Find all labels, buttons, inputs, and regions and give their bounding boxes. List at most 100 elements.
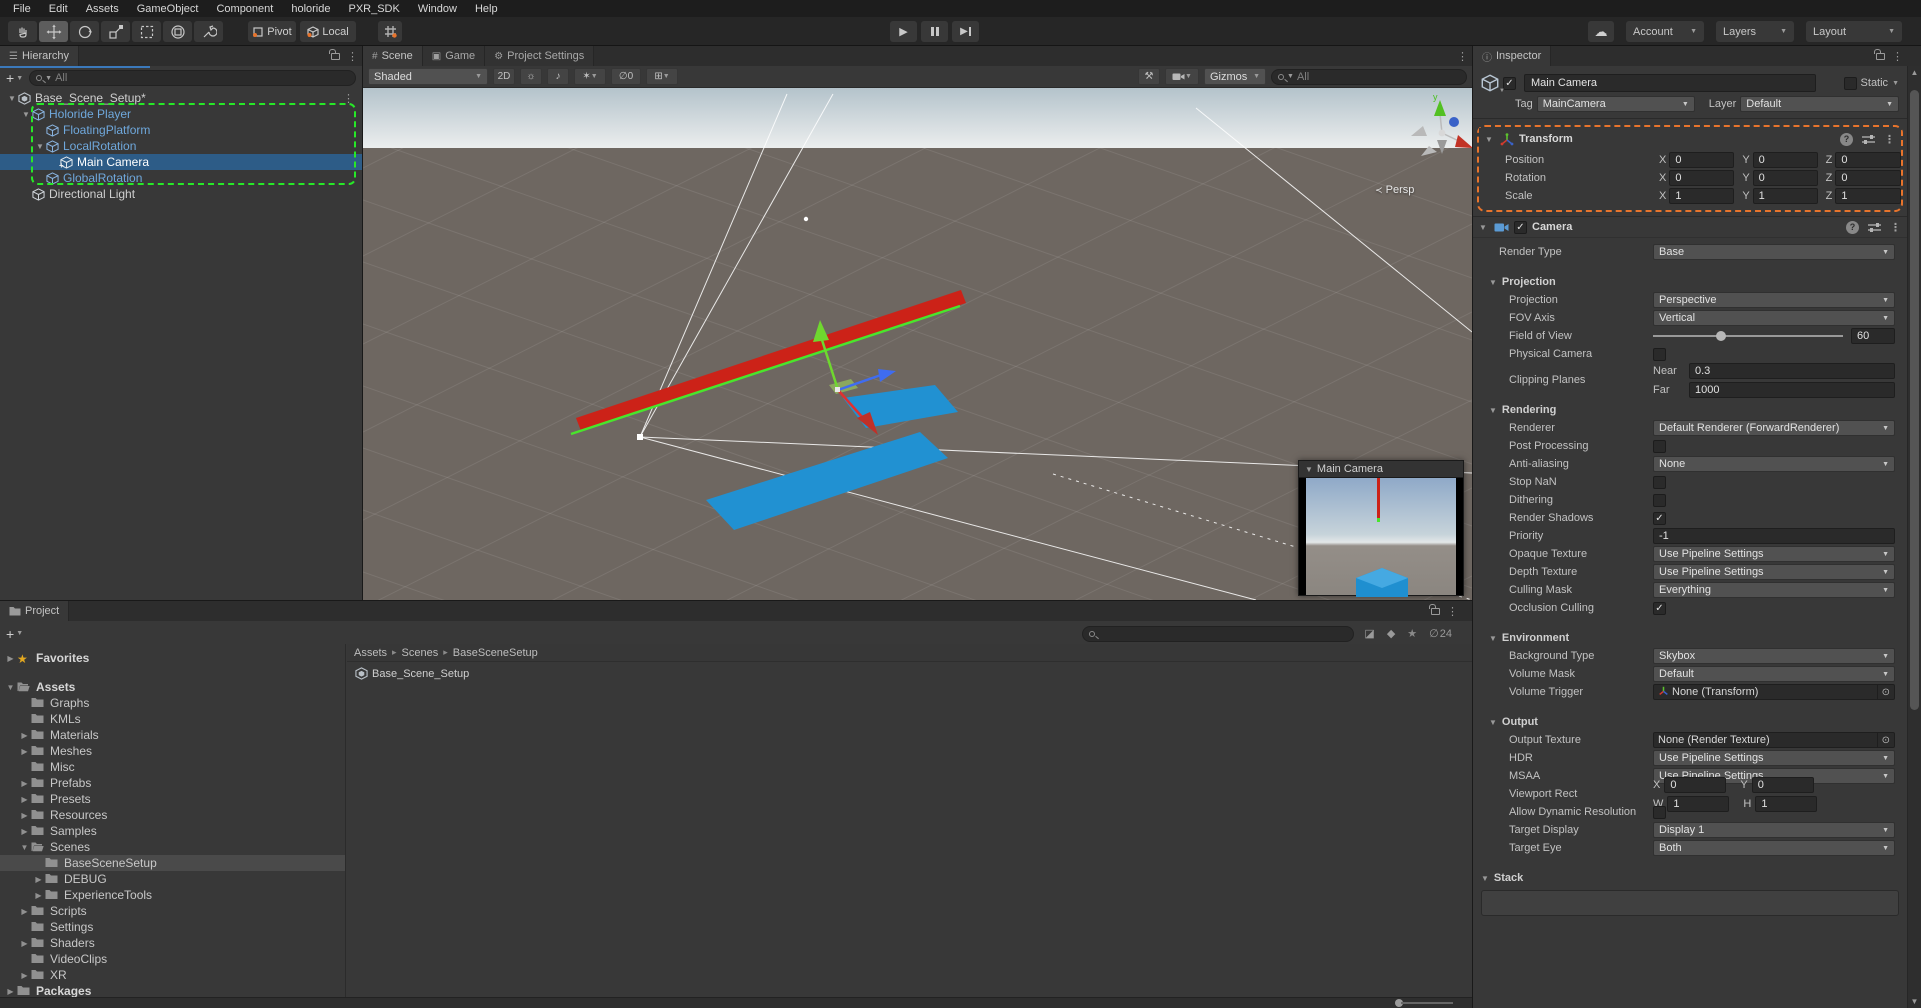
menu-holoride[interactable]: holoride	[282, 2, 339, 16]
tag-dropdown[interactable]: MainCamera▼	[1537, 96, 1695, 112]
static-dropdown-icon[interactable]: ▼	[1892, 80, 1899, 87]
lock-icon[interactable]	[1876, 53, 1885, 60]
volume-trigger-object-field[interactable]: None (Transform)⊙	[1653, 684, 1895, 700]
project-folder-settings[interactable]: Settings	[0, 919, 345, 935]
hierarchy-search-input[interactable]: ▼ All	[29, 70, 356, 86]
grid-snapping-button[interactable]	[378, 21, 402, 42]
transform-header[interactable]: ▼ Transform ? ⋮	[1479, 128, 1901, 150]
transform-tool-button[interactable]	[163, 21, 192, 42]
orientation-z-cone[interactable]	[1449, 117, 1459, 127]
expand-arrow-icon[interactable]: ▼	[18, 843, 31, 852]
menu-window[interactable]: Window	[409, 2, 466, 16]
section-environment[interactable]: ▼Environment	[1473, 630, 1907, 646]
breadcrumb-basescenesetup[interactable]: BaseSceneSetup	[453, 647, 538, 659]
scene-search-input[interactable]: ▼ All	[1271, 69, 1467, 85]
fold-icon[interactable]: ▼	[1479, 223, 1489, 232]
scene-viewport[interactable]: y x ≺ Persp ▼ Main Camera	[363, 88, 1472, 600]
project-folder-presets[interactable]: ▶Presets	[0, 791, 345, 807]
position-y-field[interactable]: 0	[1753, 152, 1818, 168]
pause-button[interactable]	[921, 21, 948, 42]
menu-gameobject[interactable]: GameObject	[128, 2, 208, 16]
project-folder-assets[interactable]: ▼Assets	[0, 679, 345, 695]
culling-mask-dropdown[interactable]: Everything▼	[1653, 582, 1895, 598]
help-icon[interactable]: ?	[1840, 133, 1853, 146]
clipping-planes-far-field[interactable]: 1000	[1689, 382, 1895, 398]
item-menu-icon[interactable]: ⋮	[343, 92, 354, 105]
tab-game[interactable]: ▣Game	[423, 46, 485, 66]
rect-tool-button[interactable]	[132, 21, 161, 42]
lighting-toggle[interactable]: ☼	[520, 68, 542, 85]
scale-z-field[interactable]: 1	[1835, 188, 1901, 204]
expand-arrow-icon[interactable]: ▶	[18, 907, 31, 916]
target-display-dropdown[interactable]: Display 1▼	[1653, 822, 1895, 838]
fold-icon[interactable]: ▼	[1305, 465, 1313, 474]
grid-visibility-dropdown[interactable]: ⊞▼	[646, 68, 678, 85]
hierarchy-item-base-scene-setup[interactable]: ▼Base_Scene_Setup*⋮	[0, 90, 362, 106]
expand-arrow-icon[interactable]: ▼	[6, 94, 18, 103]
expand-arrow-icon[interactable]: ▶	[18, 779, 31, 788]
tab-project[interactable]: Project	[0, 601, 69, 621]
expand-arrow-icon[interactable]: ▶	[18, 971, 31, 980]
pivot-toggle[interactable]: Pivot	[248, 21, 296, 42]
cloud-services-button[interactable]: ☁	[1588, 21, 1614, 42]
expand-arrow-icon[interactable]: ▶	[32, 875, 45, 884]
menu-help[interactable]: Help	[466, 2, 507, 16]
audio-toggle[interactable]: ♪	[547, 68, 569, 85]
step-button[interactable]: ▶	[952, 21, 979, 42]
move-tool-button[interactable]	[39, 21, 68, 42]
project-folder-scenes[interactable]: ▼Scenes	[0, 839, 345, 855]
object-picker-icon[interactable]: ⊙	[1877, 733, 1890, 747]
hierarchy-item-holoride-player[interactable]: ▼Holoride Player	[0, 106, 362, 122]
scale-x-field[interactable]: 1	[1669, 188, 1734, 204]
tab-project-settings[interactable]: ⚙Project Settings	[485, 46, 594, 66]
expand-arrow-icon[interactable]: ▶	[4, 654, 17, 663]
project-folder-prefabs[interactable]: ▶Prefabs	[0, 775, 345, 791]
section-output[interactable]: ▼Output	[1473, 714, 1907, 730]
project-folder-resources[interactable]: ▶Resources	[0, 807, 345, 823]
output-texture-object-field[interactable]: None (Render Texture)⊙	[1653, 732, 1895, 748]
expand-arrow-icon[interactable]: ▶	[4, 987, 17, 996]
viewport-rect-x-field[interactable]: 0	[1664, 777, 1726, 793]
stop-nan-checkbox[interactable]	[1653, 476, 1666, 489]
hierarchy-item-localrotation[interactable]: ▼LocalRotation	[0, 138, 362, 154]
scrollbar-thumb[interactable]	[1910, 90, 1919, 710]
create-object-button[interactable]: +▼	[6, 70, 23, 86]
tab-hierarchy[interactable]: ☰ Hierarchy	[0, 46, 79, 66]
hdr-dropdown[interactable]: Use Pipeline Settings▼	[1653, 750, 1895, 766]
anti-aliasing-dropdown[interactable]: None▼	[1653, 456, 1895, 472]
depth-texture-dropdown[interactable]: Use Pipeline Settings▼	[1653, 564, 1895, 580]
project-folder-scripts[interactable]: ▶Scripts	[0, 903, 345, 919]
project-folder-samples[interactable]: ▶Samples	[0, 823, 345, 839]
effects-dropdown[interactable]: ✶▼	[574, 68, 606, 85]
hierarchy-item-floatingplatform[interactable]: FloatingPlatform	[0, 122, 362, 138]
camera-header[interactable]: ▼ ✓ Camera ? ⋮	[1473, 216, 1907, 238]
occlusion-culling-checkbox[interactable]: ✓	[1653, 602, 1666, 615]
clipping-planes-near-field[interactable]: 0.3	[1689, 363, 1895, 379]
rotation-x-field[interactable]: 0	[1669, 170, 1734, 186]
project-folder-meshes[interactable]: ▶Meshes	[0, 743, 345, 759]
presets-icon[interactable]	[1862, 134, 1875, 145]
render-type-dropdown[interactable]: Base▼	[1653, 244, 1895, 260]
scale-y-field[interactable]: 1	[1753, 188, 1818, 204]
scene-handle-dot[interactable]	[804, 217, 808, 221]
project-folder-kmls[interactable]: KMLs	[0, 711, 345, 727]
project-folder-materials[interactable]: ▶Materials	[0, 727, 345, 743]
component-menu-icon[interactable]: ⋮	[1890, 221, 1901, 234]
expand-arrow-icon[interactable]: ▼	[34, 142, 46, 151]
component-enabled-checkbox[interactable]: ✓	[1514, 221, 1527, 234]
lock-icon[interactable]	[331, 53, 340, 60]
viewport-rect-y-field[interactable]: 0	[1752, 777, 1814, 793]
scroll-up-icon[interactable]: ▲	[1908, 68, 1921, 77]
field-of-view-value-field[interactable]: 60	[1851, 328, 1895, 344]
breadcrumb-scenes[interactable]: Scenes	[402, 647, 439, 659]
expand-arrow-icon[interactable]: ▶	[18, 811, 31, 820]
post-processing-checkbox[interactable]	[1653, 440, 1666, 453]
expand-arrow-icon[interactable]: ▶	[18, 731, 31, 740]
volume-mask-dropdown[interactable]: Default▼	[1653, 666, 1895, 682]
perspective-toggle[interactable]: ≺ Persp	[1375, 184, 1414, 196]
menu-component[interactable]: Component	[207, 2, 282, 16]
menu-pxr_sdk[interactable]: PXR_SDK	[339, 2, 408, 16]
help-icon[interactable]: ?	[1846, 221, 1859, 234]
account-dropdown[interactable]: Account▼	[1626, 21, 1704, 42]
expand-arrow-icon[interactable]: ▼	[4, 683, 17, 692]
